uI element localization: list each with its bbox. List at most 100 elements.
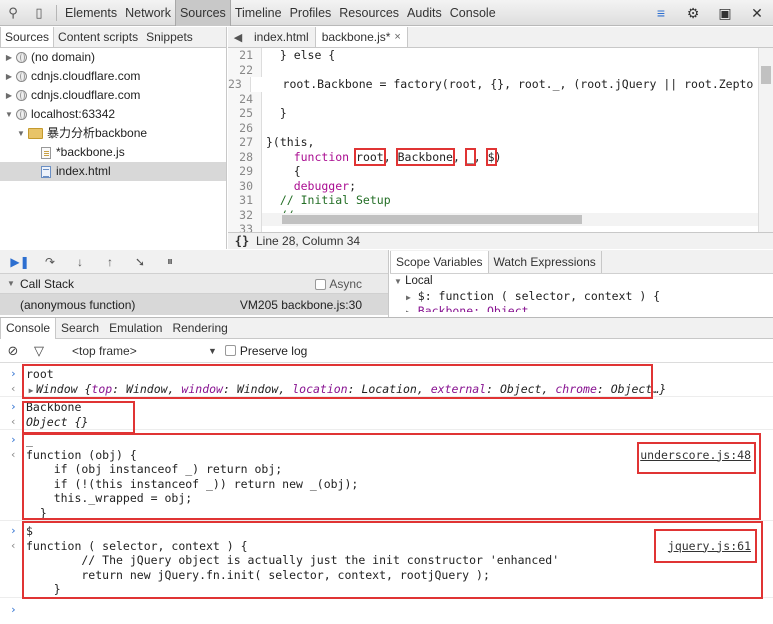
async-toggle[interactable]: Async	[315, 277, 362, 291]
console-messages: › root ‹ ▶ Window {top: Window, window: Win…	[0, 363, 773, 624]
resume-icon[interactable]: ▶❚	[6, 252, 34, 272]
call-frame-row[interactable]: (anonymous function) VM205 backbone.js:3…	[0, 294, 388, 315]
async-checkbox[interactable]	[315, 278, 327, 290]
line-number[interactable]: 31	[228, 193, 262, 208]
scrollbar-thumb[interactable]	[282, 215, 582, 224]
input-prompt-icon: ›	[10, 602, 17, 616]
line-number[interactable]: 25	[228, 106, 262, 121]
editor-tab-backbone-js[interactable]: backbone.js* ×	[315, 27, 408, 47]
frame-selector[interactable]: <top frame>	[52, 344, 202, 358]
preserve-log-toggle[interactable]: Preserve log	[224, 343, 308, 358]
inspect-icon[interactable]: ⚲	[0, 0, 26, 26]
tab-network[interactable]: Network	[121, 0, 175, 26]
debugger-toolbar: ▶❚ ↷ ↓ ↑ ➘ ⏸	[0, 250, 388, 274]
deactivate-breakpoints-icon[interactable]: ➘	[126, 252, 154, 272]
clear-console-icon[interactable]: ⊘	[0, 343, 26, 359]
tab-emulation[interactable]: Emulation	[104, 318, 167, 339]
tree-item-label: cdnjs.cloudflare.com	[31, 88, 141, 102]
async-label: Async	[329, 277, 362, 291]
scrollbar-thumb[interactable]	[761, 66, 771, 84]
globe-icon	[16, 90, 27, 101]
html-file-icon	[41, 165, 51, 178]
call-stack-title: Call Stack	[20, 276, 75, 291]
line-number[interactable]: 26	[228, 120, 262, 135]
tab-console[interactable]: Console	[446, 0, 500, 26]
line-number[interactable]: 30	[228, 178, 262, 193]
editor-tab-index-html[interactable]: index.html	[248, 27, 316, 47]
drawer-toggle-icon[interactable]: ≡	[645, 0, 677, 26]
call-stack-header[interactable]: ▼ Call Stack Async	[0, 274, 388, 294]
scope-local-header[interactable]: ▼ Local	[390, 274, 773, 289]
preserve-log-label: Preserve log	[239, 343, 308, 358]
tab-scope-variables[interactable]: Scope Variables	[390, 251, 489, 273]
input-prompt-icon: ›	[10, 433, 17, 446]
output-arrow-icon: ‹	[10, 447, 17, 461]
scope-variable[interactable]: ▶ Backbone: Object	[390, 304, 773, 312]
expand-arrow-icon[interactable]: ▶	[406, 293, 411, 302]
code-area[interactable]: 21 } else { 22 23 root.Backbone = factor…	[228, 48, 758, 240]
line-number[interactable]: 27	[228, 135, 262, 150]
step-out-icon[interactable]: ↑	[96, 252, 124, 272]
cursor-position: Line 28, Column 34	[256, 234, 361, 248]
sources-navigator: Sources Content scripts Snippets ▶ (no d…	[0, 27, 227, 249]
expand-arrow-icon[interactable]: ▶	[4, 86, 14, 105]
chevron-down-icon[interactable]: ▼	[208, 346, 217, 356]
expand-arrow-icon[interactable]: ▶	[4, 67, 14, 86]
scope-variable[interactable]: ▶ $: function ( selector, context ) {	[390, 289, 773, 304]
code-text: }(this,	[266, 135, 315, 149]
tab-profiles[interactable]: Profiles	[286, 0, 336, 26]
pretty-print-button[interactable]: {}	[228, 234, 256, 248]
tab-watch-expressions[interactable]: Watch Expressions	[489, 251, 602, 273]
collapse-arrow-icon[interactable]: ▼	[394, 277, 402, 286]
step-over-icon[interactable]: ↷	[36, 252, 64, 272]
call-frame-location[interactable]: VM205 backbone.js:30	[240, 298, 362, 312]
tree-item-cdnjs-2[interactable]: ▶ cdnjs.cloudflare.com	[0, 86, 226, 105]
tree-item-index-html[interactable]: index.html	[0, 162, 226, 181]
tab-resources[interactable]: Resources	[335, 0, 403, 26]
preserve-log-checkbox[interactable]	[224, 345, 236, 356]
gear-icon[interactable]: ⚙	[677, 0, 709, 26]
tree-item-no-domain[interactable]: ▶ (no domain)	[0, 48, 226, 67]
line-number[interactable]: 24	[228, 91, 262, 106]
expand-arrow-icon[interactable]: ▶	[4, 48, 14, 67]
line-number[interactable]: 28	[228, 149, 262, 164]
dock-icon[interactable]: ▣	[709, 0, 741, 26]
tab-snippets[interactable]: Snippets	[142, 27, 197, 47]
line-number[interactable]: 22	[228, 62, 262, 77]
tree-item-cdnjs[interactable]: ▶ cdnjs.cloudflare.com	[0, 67, 226, 86]
tree-item-folder[interactable]: ▼ 暴力分析backbone	[0, 124, 226, 143]
navigator-toggle-icon[interactable]: ◀	[228, 31, 248, 44]
editor-horizontal-scrollbar[interactable]	[262, 213, 758, 226]
tree-item-label: *backbone.js	[56, 145, 125, 159]
pause-on-exceptions-icon[interactable]: ⏸	[156, 252, 184, 272]
line-number[interactable]: 32	[228, 207, 262, 222]
tab-elements[interactable]: Elements	[61, 0, 121, 26]
tree-item-backbone-js[interactable]: *backbone.js	[0, 143, 226, 162]
tab-search[interactable]: Search	[56, 318, 104, 339]
console-prompt[interactable]: ›	[0, 603, 773, 618]
step-into-icon[interactable]: ↓	[66, 252, 94, 272]
tab-timeline[interactable]: Timeline	[231, 0, 286, 26]
line-number[interactable]: 29	[228, 164, 262, 179]
collapse-arrow-icon[interactable]: ▼	[4, 105, 14, 124]
collapse-arrow-icon[interactable]: ▼	[6, 279, 16, 288]
tab-sources-nav[interactable]: Sources	[0, 27, 55, 47]
code-line: 21 } else {	[228, 48, 758, 63]
tab-content-scripts[interactable]: Content scripts	[54, 27, 142, 47]
tab-console-drawer[interactable]: Console	[0, 317, 57, 339]
tree-item-localhost[interactable]: ▼ localhost:63342	[0, 105, 226, 124]
line-number[interactable]: 23	[228, 77, 251, 92]
expand-arrow-icon[interactable]: ▶	[406, 308, 411, 312]
tab-audits[interactable]: Audits	[403, 0, 446, 26]
editor-vertical-scrollbar[interactable]	[758, 48, 773, 240]
collapse-arrow-icon[interactable]: ▼	[16, 124, 26, 143]
code-line: 29 {	[228, 164, 758, 179]
close-icon[interactable]: ✕	[741, 0, 773, 26]
close-tab-icon[interactable]: ×	[394, 27, 400, 47]
tab-sources[interactable]: Sources	[174, 0, 231, 26]
filter-icon[interactable]: ▽	[26, 343, 52, 359]
line-number[interactable]: 21	[228, 48, 262, 63]
device-mode-icon[interactable]: ▯	[26, 0, 52, 26]
tree-item-label: cdnjs.cloudflare.com	[31, 69, 141, 83]
tab-rendering[interactable]: Rendering	[167, 318, 232, 339]
